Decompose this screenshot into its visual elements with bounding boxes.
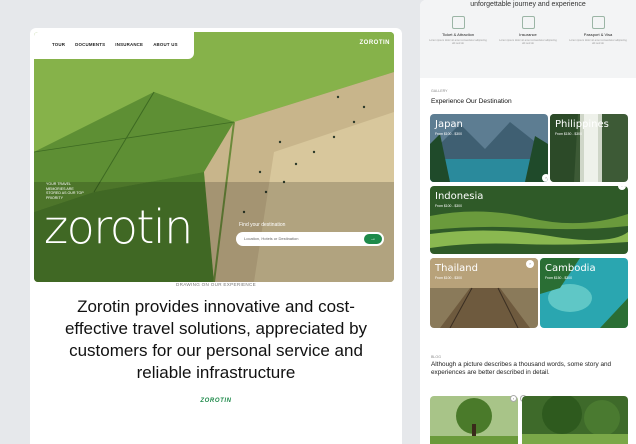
passport-icon (591, 16, 605, 29)
destination-card-cambodia[interactable]: Cambodia From $150 - $300 (540, 258, 628, 328)
nav-link-insurance[interactable]: INSURANCE (115, 42, 143, 47)
destination-name: Thailand (435, 263, 478, 274)
top-nav: TOUR DOCUMENTS INSURANCE ABOUT US ZOROTI… (30, 28, 402, 60)
feature-title: Passport & Visa (583, 32, 613, 37)
shield-icon (521, 16, 535, 29)
destination-card-japan[interactable]: Japan From $100 - $300 › (430, 114, 548, 182)
destination-price: From $150 - $300 (545, 276, 572, 280)
gallery-label: GALLERY (431, 89, 448, 93)
blog-card[interactable] (430, 396, 518, 444)
feature-desc: Lorem ipsum dolor sit amet consectetur a… (569, 39, 627, 46)
search-placeholder: Location, Hotels or Destination (244, 236, 299, 241)
destination-card-philippines[interactable]: Philippines From $150 - $300 (550, 114, 628, 182)
logo[interactable]: ZOROTIN (360, 40, 391, 46)
search-submit-button[interactable]: → (364, 234, 382, 244)
destination-name: Cambodia (545, 263, 596, 274)
destination-search-input[interactable]: Location, Hotels or Destination → (236, 232, 384, 246)
feature-desc: Lorem ipsum dolor sit amet consectetur a… (429, 39, 487, 46)
hero-section: YOUR TRAVEL MEMORIES ARE STORED AS OUR T… (34, 32, 394, 282)
destination-page: unforgettable journey and experience Tic… (420, 0, 636, 444)
hero-title: zorotin (44, 200, 193, 254)
nav-link-about-us[interactable]: ABOUT US (153, 42, 178, 47)
feature-desc: Lorem ipsum dolor sit amet consectetur a… (499, 39, 557, 46)
destination-price: From $100 - $300 (435, 132, 462, 136)
services-tagline: unforgettable journey and experience (470, 1, 586, 8)
blog-image (430, 396, 518, 444)
arrow-right-icon: → (370, 236, 376, 242)
brand-link[interactable]: ZOROTIN (30, 398, 402, 404)
find-destination-label: Find your destination (239, 222, 286, 228)
feature-passport[interactable]: Passport & Visa Lorem ipsum dolor sit am… (568, 16, 628, 46)
section-caption: DRAWING ON OUR EXPERIENCE (175, 282, 257, 287)
feature-ticket[interactable]: Ticket & Attraction Lorem ipsum dolor si… (428, 16, 488, 46)
destination-price: From $100 - $300 (435, 276, 462, 280)
landing-page: YOUR TRAVEL MEMORIES ARE STORED AS OUR T… (30, 28, 402, 444)
destination-name: Indonesia (435, 191, 484, 202)
destination-card-indonesia[interactable]: Indonesia From $100 - $300 › (430, 186, 628, 254)
feature-insurance[interactable]: Insurance Lorem ipsum dolor sit amet con… (498, 16, 558, 46)
destination-name: Philippines (555, 119, 609, 130)
feature-title: Ticket & Attraction (441, 32, 475, 37)
destination-card-thailand[interactable]: Thailand From $100 - $300 › (430, 258, 538, 328)
destination-name: Japan (435, 119, 463, 130)
blog-card[interactable] (522, 396, 628, 444)
feature-title: Insurance (519, 32, 537, 37)
company-statement: Zorotin provides innovative and cost-eff… (64, 297, 368, 383)
nav-link-documents[interactable]: DOCUMENTS (75, 42, 105, 47)
chevron-right-icon[interactable]: › (542, 174, 548, 182)
gallery-title: Experience Our Destination (431, 98, 512, 105)
destination-price: From $100 - $300 (435, 204, 462, 208)
blog-image (522, 396, 628, 444)
hero-tagline: YOUR TRAVEL MEMORIES ARE STORED AS OUR T… (46, 182, 84, 201)
blog-label: BLOG (431, 355, 441, 359)
nav-link-tour[interactable]: TOUR (52, 42, 65, 47)
destination-price: From $150 - $300 (555, 132, 582, 136)
blog-intro: Although a picture describes a thousand … (431, 361, 612, 377)
chevron-left-icon[interactable]: ‹ (510, 395, 517, 402)
chevron-right-icon[interactable]: › (526, 260, 534, 268)
ticket-icon (451, 16, 465, 29)
